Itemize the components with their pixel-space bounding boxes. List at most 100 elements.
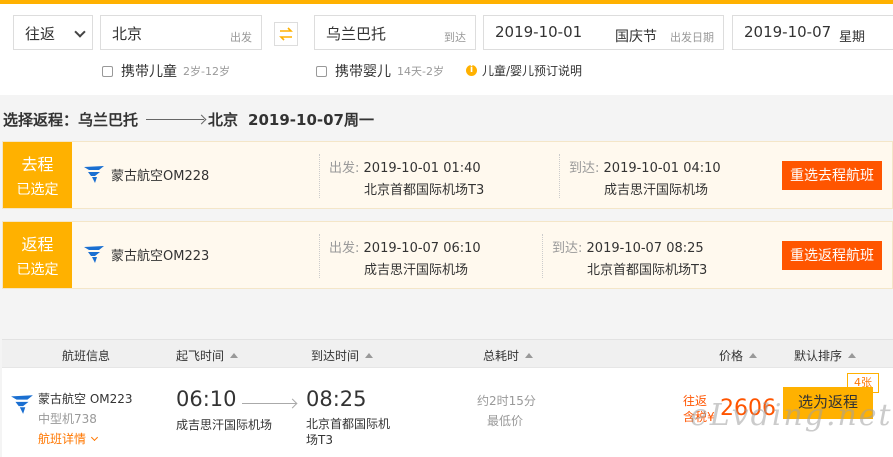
divider	[559, 154, 560, 198]
leg-arr-airport: 北京首都国际机场T3	[587, 263, 708, 278]
divider	[542, 234, 543, 278]
top-accent-bar	[0, 0, 893, 4]
leg-tag-title: 返程	[21, 235, 54, 254]
depart-date-value: 2019-10-01	[495, 23, 583, 41]
leg-arr-label-text: 到达:	[552, 241, 583, 256]
header-arr-label: 到达时间	[311, 349, 360, 363]
infant-age: 14天-2岁	[397, 65, 444, 78]
sort-default[interactable]: 默认排序	[794, 347, 857, 364]
leg-tag-status: 已选定	[16, 182, 59, 198]
airline-logo-icon	[11, 395, 33, 414]
flight-detail-label: 航班详情	[38, 432, 87, 446]
row-dep-airport: 成吉思汗国际机场	[176, 418, 273, 432]
leg-airline-name: 蒙古航空OM228	[111, 168, 210, 184]
sort-up-icon	[365, 353, 374, 358]
return-date-value: 2019-10-07	[744, 23, 832, 41]
chevron-down-icon	[90, 433, 99, 441]
selection-title: 选择返程：乌兰巴托 北京 2019-10-07周一	[3, 109, 374, 130]
leg-dep-airport: 北京首都国际机场T3	[364, 183, 485, 198]
divider	[319, 234, 320, 278]
to-city-value: 乌兰巴托	[326, 25, 387, 43]
row-airline-name: 蒙古航空	[38, 392, 87, 406]
row-arr-time: 08:25	[306, 387, 367, 411]
leg-dep-label: 出发: 2019-10-01 01:40	[329, 157, 481, 176]
sort-up-icon	[525, 353, 534, 358]
sort-up-icon	[230, 353, 239, 358]
leg-arr-time: 2019-10-07 08:25	[586, 241, 704, 256]
from-city-value: 北京	[112, 25, 143, 43]
reselect-outbound-button[interactable]: 重选去程航班	[782, 161, 882, 190]
swap-cities-button[interactable]	[274, 22, 298, 46]
arrow-right-icon	[242, 403, 296, 404]
depart-date-hint: 出发日期	[670, 31, 714, 44]
row-arr-airport: 北京首都国际机场T3	[306, 417, 391, 447]
selection-dest: 北京	[208, 111, 239, 129]
child-label: 携带儿童	[121, 64, 177, 80]
sort-by-departure[interactable]: 起飞时间	[176, 347, 239, 364]
leg-dep-time: 2019-10-01 01:40	[363, 161, 481, 176]
return-date-input[interactable]: 2019-10-07 星期	[732, 15, 893, 50]
row-airline: 蒙古航空 OM223	[38, 390, 133, 407]
child-option[interactable]: 携带儿童 2岁-12岁	[102, 61, 230, 81]
from-city-hint: 出发	[230, 31, 252, 44]
sort-up-icon	[848, 353, 857, 358]
leg-tag-title: 去程	[21, 155, 54, 174]
booking-info-text: 儿童/婴儿预订说明	[482, 64, 583, 78]
selected-leg-outbound: 去程 已选定 蒙古航空OM228 出发: 2019-10-01 01:40 北京…	[2, 141, 893, 209]
leg-dep-time: 2019-10-07 06:10	[363, 241, 481, 256]
selected-leg-return: 返程 已选定 蒙古航空OM223 出发: 2019-10-07 06:10 成吉…	[2, 221, 893, 289]
airline-logo-icon	[84, 246, 104, 263]
leg-arr-airport: 成吉思汗国际机场	[604, 183, 709, 198]
reselect-return-button[interactable]: 重选返程航班	[782, 241, 882, 270]
return-week: 星期	[839, 30, 866, 45]
divider	[319, 154, 320, 198]
child-age: 2岁-12岁	[183, 65, 230, 78]
row-lowest-price-tag: 最低价	[487, 414, 524, 428]
trip-type-select[interactable]: 往返	[13, 15, 93, 50]
depart-date-input[interactable]: 2019-10-01 国庆节 出发日期	[483, 15, 724, 50]
leg-arr-label-text: 到达:	[569, 161, 600, 176]
swap-icon	[279, 27, 293, 41]
leg-dep-label-text: 出发:	[329, 241, 360, 256]
leg-airline-name: 蒙古航空OM223	[111, 248, 210, 264]
to-city-input[interactable]: 乌兰巴托 到达	[314, 15, 476, 50]
row-flight-no: OM223	[89, 392, 133, 406]
sort-by-arrival[interactable]: 到达时间	[311, 347, 374, 364]
arrow-right-icon	[146, 119, 205, 120]
from-city-input[interactable]: 北京 出发	[100, 15, 262, 50]
info-icon: i	[466, 65, 477, 76]
infant-checkbox[interactable]	[316, 65, 327, 77]
chevron-down-icon	[74, 26, 86, 38]
leg-dep-airport: 成吉思汗国际机场	[364, 263, 469, 278]
row-aircraft-model: 中型机738	[38, 412, 97, 426]
trip-type-value: 往返	[25, 25, 56, 43]
leg-arr-label: 到达: 2019-10-01 04:10	[569, 157, 721, 176]
child-checkbox[interactable]	[102, 65, 113, 77]
booking-info-link[interactable]: i 儿童/婴儿预订说明	[466, 62, 582, 79]
flight-detail-link[interactable]: 航班详情	[38, 430, 99, 447]
leg-dep-label-text: 出发:	[329, 161, 360, 176]
leg-arr-label: 到达: 2019-10-07 08:25	[552, 237, 704, 256]
leg-airline: 蒙古航空OM223	[83, 244, 209, 264]
header-price-label: 价格	[719, 349, 744, 363]
row-dep-time: 06:10	[176, 387, 237, 411]
leg-tag: 返程 已选定	[3, 222, 72, 288]
leg-dep-label: 出发: 2019-10-07 06:10	[329, 237, 481, 256]
selection-date: 2019-10-07周一	[248, 111, 374, 129]
to-city-hint: 到达	[444, 31, 466, 44]
airline-logo-icon	[84, 166, 104, 183]
leg-airline: 蒙古航空OM228	[83, 164, 209, 184]
leg-arr-time: 2019-10-01 04:10	[603, 161, 721, 176]
selection-prefix: 选择返程：乌兰巴托	[3, 111, 139, 129]
sort-by-price[interactable]: 价格	[719, 347, 758, 364]
leg-tag: 去程 已选定	[3, 142, 72, 208]
sort-by-duration[interactable]: 总耗时	[483, 347, 534, 364]
watermark: eLvding.net	[690, 398, 893, 433]
infant-option[interactable]: 携带婴儿 14天-2岁	[316, 61, 444, 81]
row-duration: 约2时15分	[477, 394, 536, 408]
header-sort-label: 默认排序	[794, 349, 843, 363]
infant-label: 携带婴儿	[335, 64, 391, 80]
sort-up-icon	[749, 353, 758, 358]
results-table-header: 航班信息 起飞时间 到达时间 总耗时 价格 默认排序	[2, 339, 893, 367]
header-flight-info: 航班信息	[62, 349, 111, 363]
